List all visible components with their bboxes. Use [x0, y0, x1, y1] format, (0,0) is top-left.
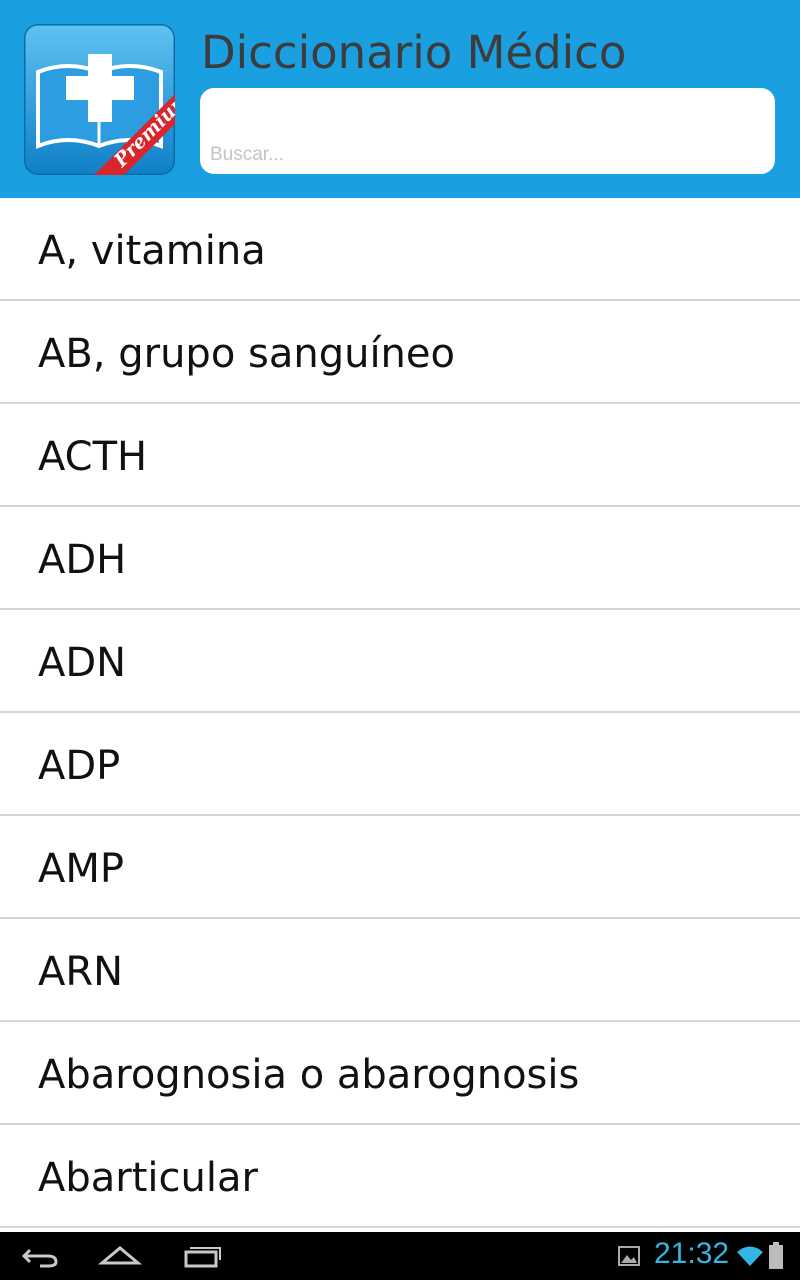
home-icon [97, 1246, 143, 1265]
gallery-notification-icon [618, 1246, 640, 1266]
recent-apps-button[interactable] [160, 1232, 240, 1280]
wifi-icon [737, 1246, 763, 1266]
list-item[interactable]: AMP [0, 816, 800, 919]
recent-apps-icon [184, 1247, 221, 1268]
list-item-label: ADH [38, 537, 127, 583]
list-item[interactable]: ADP [0, 713, 800, 816]
list-item[interactable]: ARN [0, 919, 800, 1022]
list-item-label: AB, grupo sanguíneo [38, 331, 455, 377]
list-item[interactable]: ADN [0, 610, 800, 713]
app-logo-icon: Premium [24, 24, 175, 175]
list-item-label: ADN [38, 640, 127, 686]
list-item-label: ARN [38, 949, 124, 995]
system-navigation-bar: 21:32 [0, 1232, 800, 1280]
search-input[interactable] [200, 88, 775, 174]
list-item[interactable]: Abarognosia o abarognosis [0, 1022, 800, 1125]
list-item[interactable]: Abarticular [0, 1125, 800, 1228]
list-item-label: ACTH [38, 434, 148, 480]
app-header: Premium Diccionario Médico [0, 0, 800, 198]
list-item-label: AMP [38, 846, 124, 892]
status-clock: 21:32 [654, 1237, 730, 1270]
back-icon [21, 1248, 58, 1268]
app-title: Diccionario Médico [201, 26, 627, 79]
list-item-label: A, vitamina [38, 228, 266, 274]
list-item-label: Abarticular [38, 1155, 258, 1201]
list-item-label: Abarognosia o abarognosis [38, 1052, 580, 1098]
list-item[interactable]: A, vitamina [0, 198, 800, 301]
list-item[interactable]: AB, grupo sanguíneo [0, 301, 800, 404]
term-list[interactable]: A, vitamina AB, grupo sanguíneo ACTH ADH… [0, 198, 800, 1232]
back-button[interactable] [0, 1232, 80, 1280]
list-item[interactable]: ACTH [0, 404, 800, 507]
list-item[interactable]: ADH [0, 507, 800, 610]
battery-icon [769, 1242, 783, 1269]
list-item-label: ADP [38, 743, 121, 789]
home-button[interactable] [80, 1232, 160, 1280]
